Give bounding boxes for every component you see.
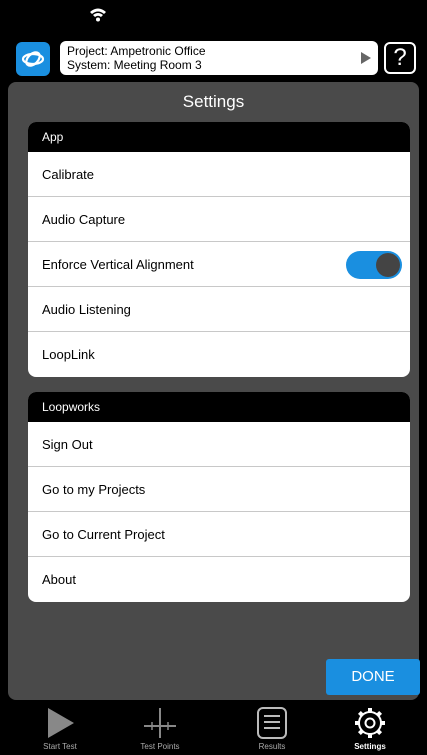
done-button[interactable]: DONE: [326, 659, 420, 695]
settings-item-label: LoopLink: [42, 347, 95, 362]
status-bar: [0, 0, 427, 34]
settings-item-my-projects[interactable]: Go to my Projects: [28, 467, 410, 512]
tab-label: Start Test: [43, 742, 77, 751]
settings-item-label: Calibrate: [42, 167, 95, 182]
chevron-right-icon: [361, 52, 371, 64]
app-settings-group: App Calibrate Audio Capture Enforce Vert…: [28, 122, 410, 377]
settings-item-label: Go to Current Project: [42, 527, 165, 542]
crosshair-icon: [144, 708, 176, 738]
tab-results[interactable]: Results: [232, 700, 312, 755]
loopworks-settings-group: Loopworks Sign Out Go to my Projects Go …: [28, 392, 410, 602]
project-name: Project: Ampetronic Office: [67, 44, 206, 58]
settings-item-label: Audio Capture: [42, 212, 126, 227]
settings-item-audio-capture[interactable]: Audio Capture: [28, 197, 410, 242]
page-title: Settings: [182, 92, 245, 111]
project-bar: Project: Ampetronic Office System: Meeti…: [0, 34, 427, 82]
project-selector[interactable]: Project: Ampetronic Office System: Meeti…: [60, 41, 378, 75]
help-button[interactable]: ?: [384, 42, 416, 74]
tab-start-test[interactable]: Start Test: [20, 700, 100, 755]
settings-item-sign-out[interactable]: Sign Out: [28, 422, 410, 467]
settings-item-current-project[interactable]: Go to Current Project: [28, 512, 410, 557]
settings-item-looplink[interactable]: LoopLink: [28, 332, 410, 377]
app-logo-icon[interactable]: [16, 42, 50, 76]
tab-label: Settings: [354, 742, 386, 751]
settings-panel: Settings App Calibrate Audio Capture Enf…: [8, 82, 420, 700]
tab-settings[interactable]: Settings: [330, 700, 410, 755]
system-name: System: Meeting Room 3: [67, 58, 202, 72]
tab-label: Results: [258, 742, 286, 751]
settings-item-label: Go to my Projects: [42, 482, 146, 497]
settings-item-label: Audio Listening: [42, 302, 131, 317]
list-icon: [257, 707, 287, 739]
tab-bar: Start Test Test Points Results Settings: [0, 700, 427, 755]
group-header-loopworks: Loopworks: [28, 392, 410, 422]
tab-label: Test Points: [140, 742, 180, 751]
play-icon: [48, 708, 74, 738]
settings-item-enforce-vertical-alignment: Enforce Vertical Alignment: [28, 242, 410, 287]
settings-item-calibrate[interactable]: Calibrate: [28, 152, 410, 197]
tab-test-points[interactable]: Test Points: [120, 700, 200, 755]
vertical-alignment-toggle[interactable]: [346, 251, 402, 279]
group-header-app: App: [28, 122, 410, 152]
gear-icon: [355, 708, 385, 738]
settings-item-audio-listening[interactable]: Audio Listening: [28, 287, 410, 332]
settings-item-label: Enforce Vertical Alignment: [42, 257, 194, 272]
settings-item-label: About: [42, 572, 76, 587]
toggle-knob: [376, 253, 400, 277]
settings-item-about[interactable]: About: [28, 557, 410, 602]
settings-item-label: Sign Out: [42, 437, 93, 452]
wifi-icon: [90, 8, 106, 22]
